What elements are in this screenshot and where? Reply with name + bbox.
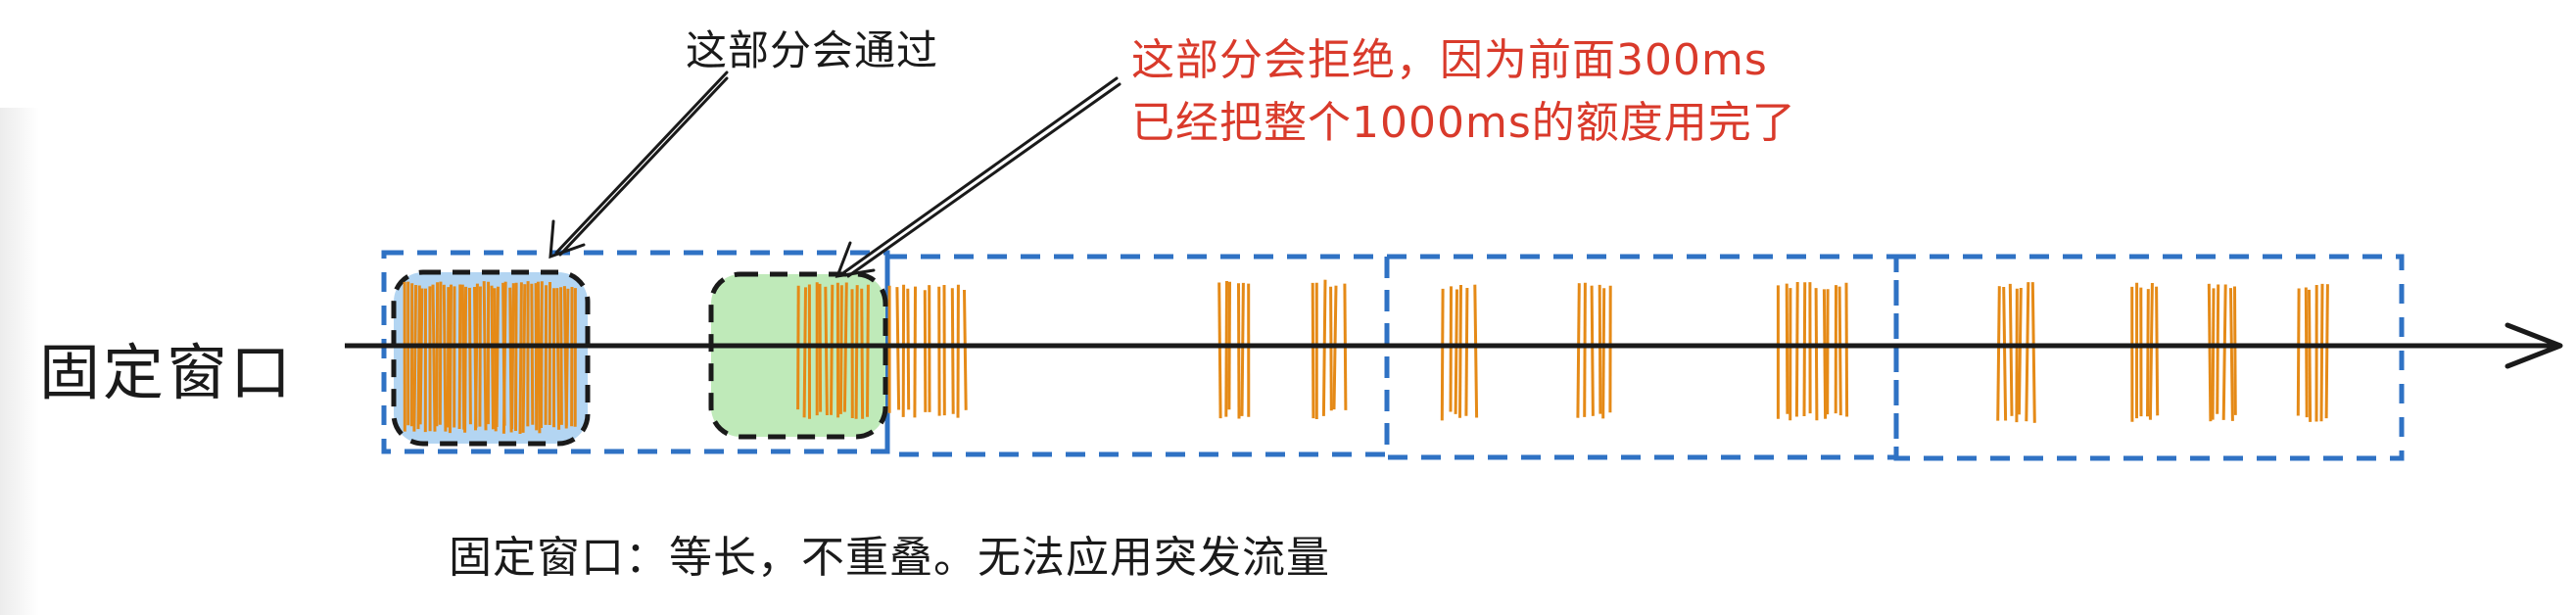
request-tick [1458,284,1462,418]
request-tick [1814,288,1819,421]
request-tick [895,287,901,410]
request-tick [467,287,472,425]
request-tick [474,283,479,431]
request-tick [1837,286,1842,416]
request-tick [1794,281,1799,417]
reject-annotation-line-1: 这部分会拒绝，因为前面300ms [1131,35,1768,85]
request-tick [530,283,535,425]
request-tick [1217,282,1222,419]
request-tick [2030,282,2036,423]
request-tick [2211,288,2216,420]
request-tick [906,288,911,410]
time-axis [345,322,2563,369]
request-tick [431,284,437,432]
request-tick [544,285,549,425]
request-tick [463,286,468,433]
request-tick [1822,289,1828,419]
request-tick [2233,286,2237,415]
request-tick [490,285,495,430]
request-tick [1240,282,1245,416]
request-tick [1224,280,1228,417]
request-tick [1329,286,1333,411]
request-tick [418,288,424,425]
request-tick [1576,283,1581,418]
request-tick [478,286,482,427]
request-tick [442,284,448,432]
request-tick [824,286,829,416]
reject-annotation: 这部分会拒绝，因为前面300ms 已经把整个1000ms的额度用完了 [1131,29,1796,155]
request-tick [802,287,807,418]
request-tick [448,284,453,434]
reject-annotation-line-2: 已经把整个1000ms的额度用完了 [1131,98,1796,148]
request-tick [518,282,523,435]
request-tick [830,284,835,415]
request-tick [1590,285,1595,416]
request-tick [534,283,539,431]
request-tick [438,281,443,425]
pass-annotation: 这部分会通过 [686,26,939,74]
request-ticks [403,279,2329,435]
request-tick [495,286,500,428]
request-tick [838,285,843,414]
request-tick [1464,287,1469,416]
request-tick [1598,284,1602,414]
request-tick [913,286,917,418]
request-tick [2008,283,2014,416]
request-tick [1601,288,1606,419]
pass-arrow [554,71,729,257]
request-tick [2308,289,2313,422]
request-tick [2155,286,2160,416]
request-tick [482,281,488,431]
request-tick [1473,284,1479,418]
request-tick [1785,283,1789,414]
request-tick [923,290,928,412]
request-tick [564,288,570,429]
request-tick [2319,283,2324,422]
request-tick [435,282,440,427]
request-tick [555,288,561,430]
window-3 [1384,254,1899,460]
request-tick [521,284,527,433]
axis-label: 固定窗口 [39,337,295,408]
request-tick [963,289,968,410]
reject-arrow [842,76,1121,278]
request-tick [510,283,515,430]
request-tick [540,281,544,429]
request-tick [1802,282,1807,417]
request-tick [1454,289,1458,414]
request-tick [1844,282,1849,417]
request-tick [2148,282,2154,420]
request-tick [854,285,859,419]
request-tick [536,281,542,434]
request-tick [1440,288,1445,421]
request-tick [860,288,865,419]
request-tick [559,287,563,425]
request-tick [2146,289,2150,417]
request-tick [514,282,518,432]
request-tick [1237,283,1241,419]
request-tick [2296,288,2301,416]
request-tick [2017,287,2023,415]
request-tick [457,284,462,430]
request-tick [1311,282,1315,419]
request-tick [2229,288,2234,421]
request-tick [2025,282,2030,422]
request-tick [1996,286,2001,421]
request-tick [2324,284,2329,419]
request-tick [1583,282,1587,417]
request-tick [866,284,870,417]
request-tick [2002,286,2008,421]
request-tick [2207,283,2213,422]
diagram-caption: 固定窗口：等长，不重叠。无法应用突发流量 [449,533,1330,583]
request-tick [2221,284,2227,420]
request-tick [412,284,418,432]
request-tick [1449,286,1453,412]
request-tick [950,288,955,414]
request-tick [501,281,507,434]
annotation-arrows [549,71,1121,278]
fixed-windows [381,250,2405,461]
request-tick [2304,287,2309,418]
